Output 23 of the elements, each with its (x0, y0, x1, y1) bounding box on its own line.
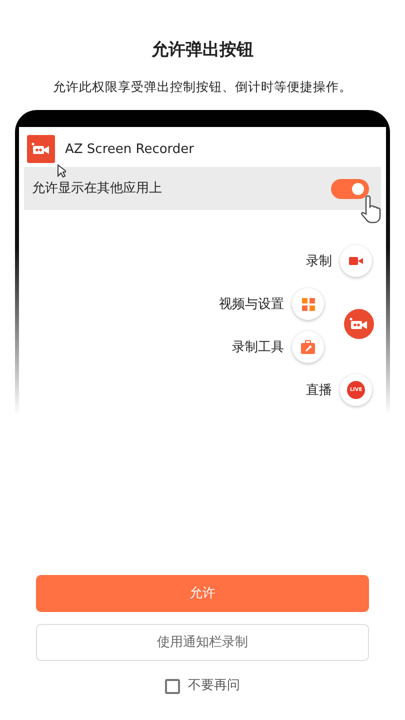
video-camera-icon (349, 256, 363, 266)
checkbox[interactable] (165, 678, 180, 694)
setting-label: 允许显示在其他应用上 (32, 180, 162, 198)
menu-item-button[interactable] (340, 245, 372, 278)
app-icon (27, 135, 55, 164)
menu-item-button[interactable] (292, 288, 324, 320)
video-camera-icon (349, 317, 369, 332)
checkbox-label: 不要再问 (188, 677, 240, 696)
menu-item-label: 录制工具 (232, 338, 284, 356)
floating-record-button[interactable] (344, 309, 374, 340)
menu-item-label: 录制 (306, 252, 332, 270)
app-name: AZ Screen Recorder (65, 140, 194, 158)
description: 允许此权限享受弹出控制按钮、倒计时等便捷操作。 (52, 78, 353, 96)
menu-item-button[interactable] (292, 331, 324, 364)
toolbox-icon (301, 340, 315, 354)
notification-record-button[interactable]: 使用通知栏录制 (36, 624, 369, 662)
menu-item-label: 直播 (306, 382, 332, 400)
toggle-switch[interactable] (331, 178, 369, 199)
menu-item-label: 视频与设置 (219, 296, 284, 314)
cursor-icon (57, 164, 66, 178)
grid-icon (302, 298, 314, 311)
page-title: 允许弹出按钮 (150, 39, 254, 62)
setting-row[interactable]: 允许显示在其他应用上 (24, 167, 381, 210)
